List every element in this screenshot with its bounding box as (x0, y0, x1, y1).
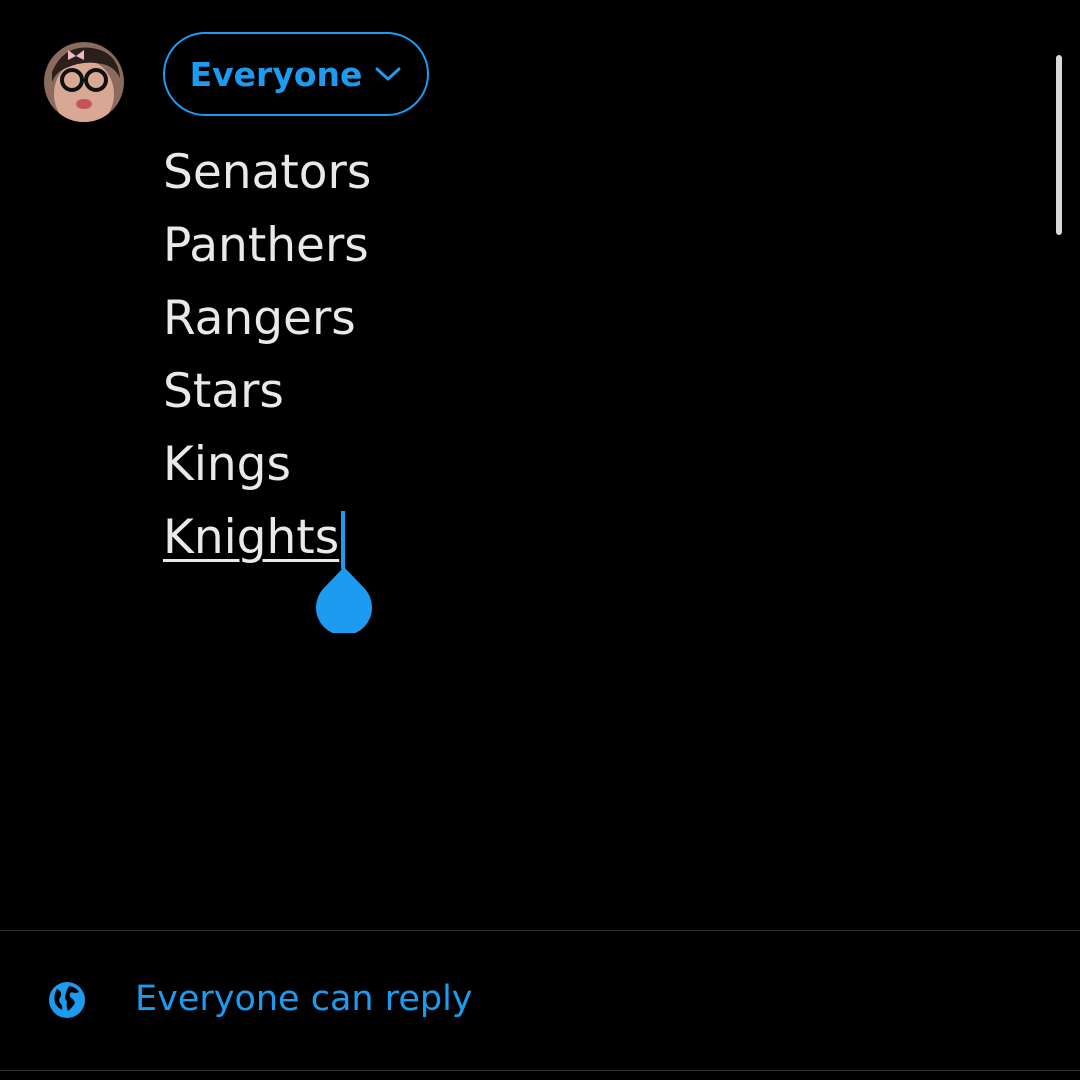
globe-icon (49, 982, 85, 1018)
reply-settings-button[interactable]: Everyone can reply (0, 931, 1080, 1070)
compose-line-current: Knights (163, 501, 371, 574)
audience-selector-button[interactable]: Everyone (163, 32, 429, 116)
chevron-down-icon (375, 67, 401, 81)
compose-line: Kings (163, 437, 291, 492)
tweet-compose-textarea[interactable]: Senators Panthers Rangers Stars Kings Kn… (163, 136, 371, 574)
scrollbar[interactable] (1056, 55, 1062, 235)
divider (0, 1070, 1080, 1071)
user-avatar[interactable] (44, 42, 124, 122)
reply-settings-label: Everyone can reply (135, 979, 473, 1019)
compose-line: Panthers (163, 218, 369, 273)
avatar-image (44, 42, 124, 122)
compose-line: Rangers (163, 291, 356, 346)
compose-line: Stars (163, 364, 284, 419)
audience-label: Everyone (189, 54, 363, 94)
compose-line: Senators (163, 145, 372, 200)
text-cursor-handle-icon[interactable] (315, 565, 373, 637)
text-caret (341, 511, 346, 569)
composing-word: Knights (163, 510, 340, 565)
